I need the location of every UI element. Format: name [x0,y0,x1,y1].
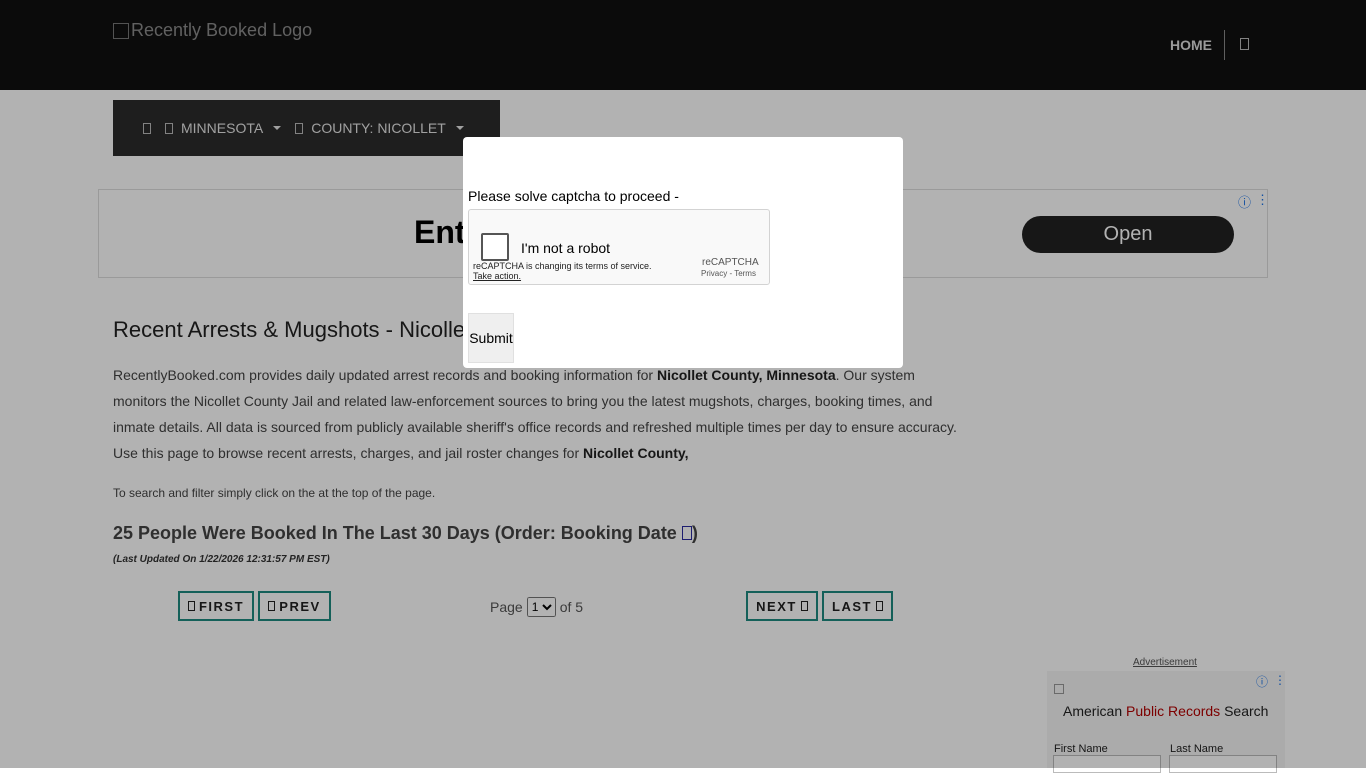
recaptcha-widget: I'm not a robot reCAPTCHA is changing it… [468,209,770,285]
recaptcha-privacy-terms-link[interactable]: Privacy - Terms [701,269,756,278]
submit-button[interactable]: Submit [468,313,514,363]
recaptcha-checkbox[interactable] [481,233,509,261]
captcha-modal: Please solve captcha to proceed - I'm no… [463,137,903,368]
recaptcha-label: I'm not a robot [521,240,611,256]
recaptcha-take-action-link[interactable]: Take action. [473,271,521,281]
modal-overlay [0,0,1366,768]
recaptcha-brand: reCAPTCHA [702,257,759,268]
captcha-prompt: Please solve captcha to proceed - [468,188,679,204]
recaptcha-notice: reCAPTCHA is changing its terms of servi… [473,261,652,271]
